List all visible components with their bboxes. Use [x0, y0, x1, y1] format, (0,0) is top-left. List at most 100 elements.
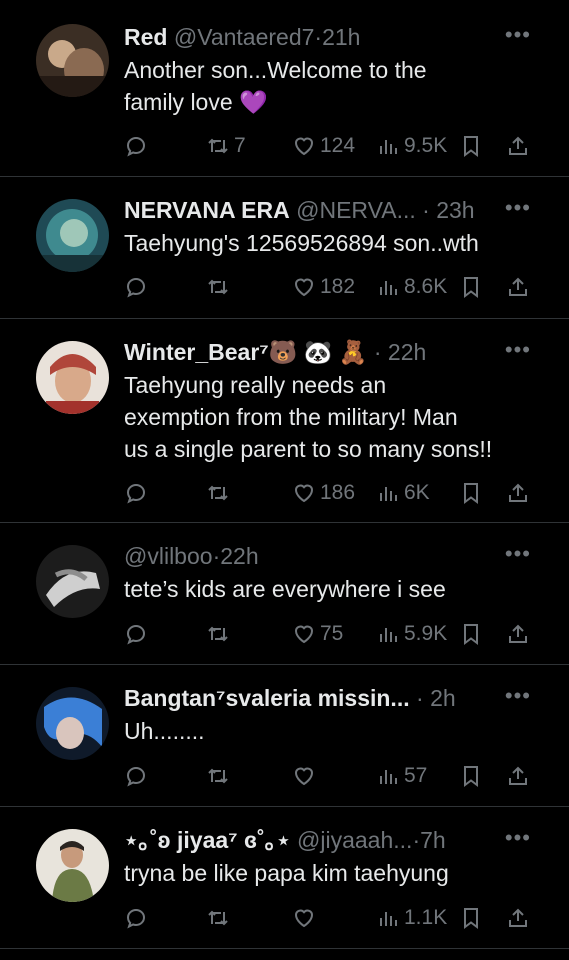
- avatar[interactable]: [36, 545, 109, 618]
- like-button[interactable]: 75: [292, 619, 343, 649]
- share-icon: [506, 481, 530, 505]
- share-button[interactable]: [506, 272, 530, 302]
- reply-icon: [124, 481, 148, 505]
- retweet-icon: [206, 134, 230, 158]
- retweet-button[interactable]: [206, 903, 230, 933]
- tweet[interactable]: Red @Vantaered7·21h ••• Another son...We…: [0, 0, 569, 177]
- display-name[interactable]: NERVANA ERA: [124, 197, 290, 223]
- bookmark-button[interactable]: [459, 619, 483, 649]
- like-count: 186: [320, 481, 356, 504]
- tweet[interactable]: Winter_Bear⁷🐻 🐼 🧸 · 22h ••• Taehyung rea…: [0, 319, 569, 523]
- share-button[interactable]: [506, 478, 530, 508]
- tweet-text: Uh........: [124, 715, 539, 747]
- reply-button[interactable]: [124, 761, 148, 791]
- views-button[interactable]: 9.5K: [376, 131, 447, 161]
- avatar[interactable]: [36, 829, 109, 902]
- more-options-icon[interactable]: •••: [505, 827, 531, 849]
- timestamp[interactable]: 22h: [388, 339, 426, 365]
- timestamp[interactable]: 7h: [420, 827, 446, 853]
- reply-button[interactable]: [124, 272, 148, 302]
- display-name[interactable]: Red: [124, 24, 167, 50]
- user-handle[interactable]: @Vantaered7: [174, 24, 315, 50]
- heart-icon: [292, 906, 316, 930]
- user-handle[interactable]: @vlilboo: [124, 543, 213, 569]
- share-button[interactable]: [506, 903, 530, 933]
- display-name[interactable]: ⋆｡˚ʚ jiyaa⁷ ɞ˚｡⋆: [124, 827, 291, 853]
- share-button[interactable]: [506, 761, 530, 791]
- tweet-header: ⋆｡˚ʚ jiyaa⁷ ɞ˚｡⋆ @jiyaaah...·7h: [124, 827, 509, 853]
- more-options-icon[interactable]: •••: [505, 543, 531, 565]
- more-options-icon[interactable]: •••: [505, 339, 531, 361]
- retweet-icon: [206, 275, 230, 299]
- action-bar: 57: [0, 761, 569, 791]
- like-button[interactable]: [292, 903, 316, 933]
- retweet-button[interactable]: [206, 478, 230, 508]
- retweet-button[interactable]: [206, 619, 230, 649]
- avatar[interactable]: [36, 199, 109, 272]
- bookmark-button[interactable]: [459, 761, 483, 791]
- tweet-header: Red @Vantaered7·21h: [124, 24, 509, 50]
- like-button[interactable]: 182: [292, 272, 355, 302]
- more-options-icon[interactable]: •••: [505, 197, 531, 219]
- views-button[interactable]: 6K: [376, 478, 430, 508]
- views-button[interactable]: 5.9K: [376, 619, 447, 649]
- more-options-icon[interactable]: •••: [505, 685, 531, 707]
- more-options-icon[interactable]: •••: [505, 24, 531, 46]
- tweet[interactable]: Bangtan⁷svaleria missin... · 2h ••• Uh..…: [0, 665, 569, 807]
- like-button[interactable]: 186: [292, 478, 355, 508]
- retweet-button[interactable]: [206, 272, 230, 302]
- share-button[interactable]: [506, 619, 530, 649]
- views-icon: [376, 622, 400, 646]
- view-count: 6K: [404, 481, 430, 504]
- views-button[interactable]: 1.1K: [376, 903, 447, 933]
- views-icon: [376, 134, 400, 158]
- tweet-text-line: exemption from the military! Man: [124, 404, 458, 430]
- tweet[interactable]: NERVANA ERA @NERVA... · 23h ••• Taehyung…: [0, 177, 569, 319]
- share-button[interactable]: [506, 131, 530, 161]
- timestamp[interactable]: 21h: [322, 24, 360, 50]
- timestamp[interactable]: 22h: [220, 543, 258, 569]
- bookmark-button[interactable]: [459, 903, 483, 933]
- bookmark-icon: [459, 622, 483, 646]
- display-name[interactable]: Bangtan⁷svaleria missin...: [124, 685, 410, 711]
- tweet-text-line: family love 💜: [124, 89, 268, 115]
- display-name[interactable]: Winter_Bear⁷🐻 🐼 🧸: [124, 339, 367, 365]
- heart-icon: [292, 134, 316, 158]
- views-icon: [376, 906, 400, 930]
- reply-button[interactable]: [124, 903, 148, 933]
- tweet[interactable]: ⋆｡˚ʚ jiyaa⁷ ɞ˚｡⋆ @jiyaaah...·7h ••• tryn…: [0, 807, 569, 949]
- timestamp[interactable]: 23h: [436, 197, 474, 223]
- reply-icon: [124, 275, 148, 299]
- tweet-text-line: Uh........: [124, 718, 205, 744]
- bookmark-button[interactable]: [459, 272, 483, 302]
- bookmark-button[interactable]: [459, 478, 483, 508]
- user-handle[interactable]: @jiyaaah...: [297, 827, 412, 853]
- like-button[interactable]: [292, 761, 316, 791]
- bookmark-button[interactable]: [459, 131, 483, 161]
- tweet-text-line: tryna be like papa kim taehyung: [124, 860, 449, 886]
- like-button[interactable]: 124: [292, 131, 355, 161]
- retweet-button[interactable]: [206, 761, 230, 791]
- reply-button[interactable]: [124, 478, 148, 508]
- views-button[interactable]: 57: [376, 761, 427, 791]
- views-button[interactable]: 8.6K: [376, 272, 447, 302]
- action-bar: 7 124 9.5K: [0, 131, 569, 161]
- retweet-button[interactable]: 7: [206, 131, 246, 161]
- reply-button[interactable]: [124, 619, 148, 649]
- like-count: 124: [320, 134, 356, 157]
- avatar[interactable]: [36, 687, 109, 760]
- tweet[interactable]: @vlilboo·22h ••• tete’s kids are everywh…: [0, 523, 569, 665]
- avatar[interactable]: [36, 24, 109, 97]
- tweet-header: @vlilboo·22h: [124, 543, 509, 569]
- avatar[interactable]: [36, 341, 109, 414]
- timestamp[interactable]: 2h: [430, 685, 456, 711]
- reply-icon: [124, 906, 148, 930]
- tweet-text: Taehyung really needs an exemption from …: [124, 369, 539, 465]
- reply-button[interactable]: [124, 131, 148, 161]
- user-handle[interactable]: @NERVA...: [296, 197, 416, 223]
- tweet-header: Winter_Bear⁷🐻 🐼 🧸 · 22h: [124, 339, 509, 365]
- separator-dot: ·: [416, 685, 431, 711]
- reply-feed: Red @Vantaered7·21h ••• Another son...We…: [0, 0, 569, 960]
- heart-icon: [292, 481, 316, 505]
- bookmark-icon: [459, 764, 483, 788]
